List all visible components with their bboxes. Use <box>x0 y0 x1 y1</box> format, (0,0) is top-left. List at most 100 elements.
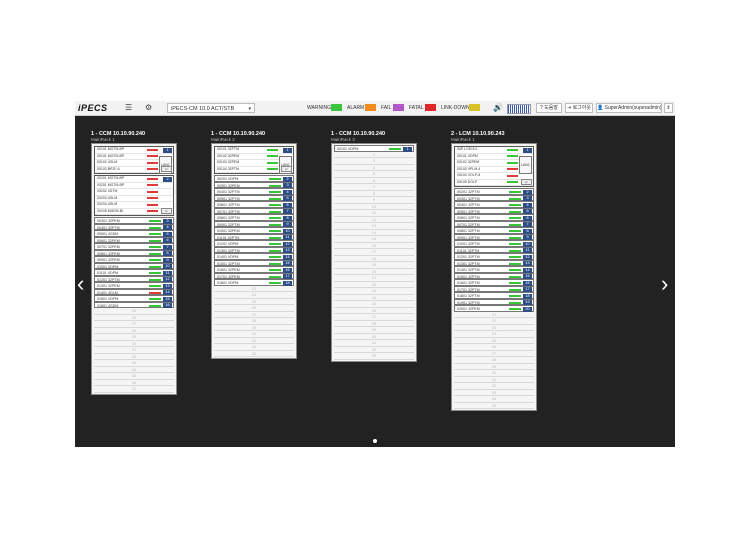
card-status-bar <box>509 204 521 206</box>
card-status-bar <box>149 304 161 307</box>
card-status-bar <box>509 256 521 258</box>
port-name: 00103 32PEM <box>217 160 240 164</box>
page-indicator-dot[interactable] <box>373 439 377 443</box>
user-menu-button[interactable]: 👤 SuperAdmin(superadmin) <box>596 103 662 113</box>
port-name: 00201 MGTM-BP <box>97 176 125 180</box>
legend-alarm-label: ALARM <box>347 105 365 111</box>
port-status-bar <box>147 184 158 186</box>
card-status-bar <box>269 249 281 252</box>
card-status-bar <box>149 220 161 222</box>
legend-fatal-label: FATAL <box>409 105 424 111</box>
port-name: 00204 4GLM <box>97 202 118 206</box>
port-name: 00103 BP2F-6 <box>97 166 120 171</box>
user-menu-caret[interactable]: ⇕ <box>664 103 673 113</box>
legend-fatal-swatch <box>425 104 436 111</box>
empty-slot[interactable]: 33 <box>334 353 414 360</box>
legend-linkdown-swatch <box>469 104 480 111</box>
card-status-bar <box>149 291 161 294</box>
legend-warning-swatch <box>331 104 342 111</box>
empty-slot[interactable]: 37 <box>94 386 174 393</box>
speaker-icon[interactable]: 🔊 <box>493 103 503 113</box>
system-select-value: iPECS-CM 10.0 ACT/STB <box>171 106 235 112</box>
port-name: 00102 32PEM <box>457 160 480 164</box>
port-status-bar <box>267 161 278 164</box>
port-name: 00203 4GLM <box>97 195 118 200</box>
volume-meter[interactable] <box>507 104 531 114</box>
port-status-bar <box>267 148 278 151</box>
card-status-bar <box>509 288 521 291</box>
port-name: 00101 MGTM-BP <box>97 153 125 158</box>
legend-warning-label: WARNING <box>307 105 331 111</box>
chevron-left-icon[interactable]: ‹ <box>77 273 84 295</box>
port-status-bar <box>147 161 158 164</box>
rack-box: 00101 32PTM 00102 32PEM 00103 32PEM 00104 3… <box>211 143 297 359</box>
port-status-bar <box>147 168 158 170</box>
gear-icon[interactable]: ⚙ <box>145 103 152 113</box>
system-select[interactable]: iPECS-CM 10.0 ACT/STB ▾ <box>167 103 255 113</box>
legend-fail-swatch <box>393 104 404 111</box>
hamburger-icon[interactable]: ☰ <box>125 103 132 113</box>
rack-column: 1 - CCM 10.10.90.240 MainRack 2 00101 32PT… <box>211 131 297 359</box>
card-status-bar <box>509 275 521 278</box>
card-status-bar <box>509 301 521 304</box>
card-status-bar <box>269 217 281 219</box>
card-status-bar <box>149 233 161 235</box>
card-status-bar <box>509 230 521 232</box>
main-board-group[interactable]: 00101 32PTM 00102 32PEM 00103 32PEM 00104 3… <box>214 146 294 174</box>
port-status-bar <box>147 190 158 193</box>
card-status-bar <box>269 178 281 180</box>
legend-alarm-swatch <box>365 104 376 111</box>
port-name: 00102 4GLM <box>97 160 118 164</box>
card-status-bar <box>509 243 521 245</box>
card-status-bar <box>509 210 521 213</box>
empty-slot[interactable]: 33 <box>214 351 294 357</box>
card-status-bar <box>509 295 521 297</box>
card-status-bar <box>269 256 281 258</box>
port-status-bar <box>507 181 518 183</box>
expand-icon[interactable]: ↵ <box>521 179 532 185</box>
chevron-right-icon[interactable]: › <box>661 273 668 295</box>
slot-number-badge: 2 <box>163 177 172 182</box>
card-status-bar <box>509 269 521 271</box>
rack-box: 00P LCM 5.0 00101 VDPM 00102 32PEM 00103 VP… <box>451 143 537 411</box>
expand-icon[interactable]: ↵ <box>161 208 172 214</box>
port-name: 00P LCM 5.0 <box>457 147 478 151</box>
card-status-bar <box>149 278 161 281</box>
lan-tag: LAN1 <box>519 156 532 174</box>
card-status-bar <box>269 191 281 193</box>
port-name: 00104 VOLP-8 <box>457 173 481 177</box>
card-status-bar <box>149 252 161 255</box>
card-status-bar <box>269 275 281 278</box>
card-status-bar <box>149 272 161 274</box>
port-name: 00104 32PTM <box>217 166 239 171</box>
help-button[interactable]: ? 도움말 <box>536 103 562 113</box>
port-status-bar <box>507 174 518 177</box>
main-board-group[interactable]: 00101 MGTM-BP 00101 MGTM-BP 00102 4GLM 0010… <box>94 146 174 174</box>
card-status-bar <box>269 197 281 200</box>
rack-column: 1 - CCM 10.10.90.240 MainRack 1 00101 MGTM… <box>91 131 177 395</box>
port-status-bar <box>507 168 518 170</box>
logout-button[interactable]: ⇥ 로그아웃 <box>565 103 593 113</box>
port-status-bar <box>147 197 158 199</box>
card-status-bar <box>149 226 161 229</box>
main-board-group[interactable]: 00201 MGTM-BP 00201 MGTM-BP 00202 4GTM 0020… <box>94 175 174 216</box>
port-name: 00201 MGTM-BP <box>97 182 125 187</box>
main-board-group[interactable]: 00P LCM 5.0 00101 VDPM 00102 32PEM 00103 VP… <box>454 146 534 187</box>
port-name: 00202 4GTM <box>97 189 118 193</box>
empty-slot[interactable]: 35 <box>454 403 534 409</box>
card-status-bar <box>269 184 281 187</box>
card-status-bar <box>269 282 281 284</box>
card-status-bar <box>509 223 521 226</box>
slot-number-badge: 1 <box>523 148 532 153</box>
expand-icon[interactable]: ↵ <box>161 166 172 172</box>
rack-column: 2 - LCM 10.10.90.243 MainRack 1 00P LCM 5.… <box>451 131 537 411</box>
card-status-bar <box>509 308 521 310</box>
card-status-bar <box>149 259 161 261</box>
app-window: iPECS ☰ ⚙ iPECS-CM 10.0 ACT/STB ▾ WARNIN… <box>75 101 675 447</box>
port-name: 00103 VPLM-4 <box>457 166 481 171</box>
port-status-bar <box>147 177 158 180</box>
port-name: 00101 VDPM <box>457 153 478 158</box>
port-status-bar <box>147 148 158 151</box>
card-status-bar <box>509 262 521 265</box>
expand-icon[interactable]: ↵ <box>281 166 292 172</box>
